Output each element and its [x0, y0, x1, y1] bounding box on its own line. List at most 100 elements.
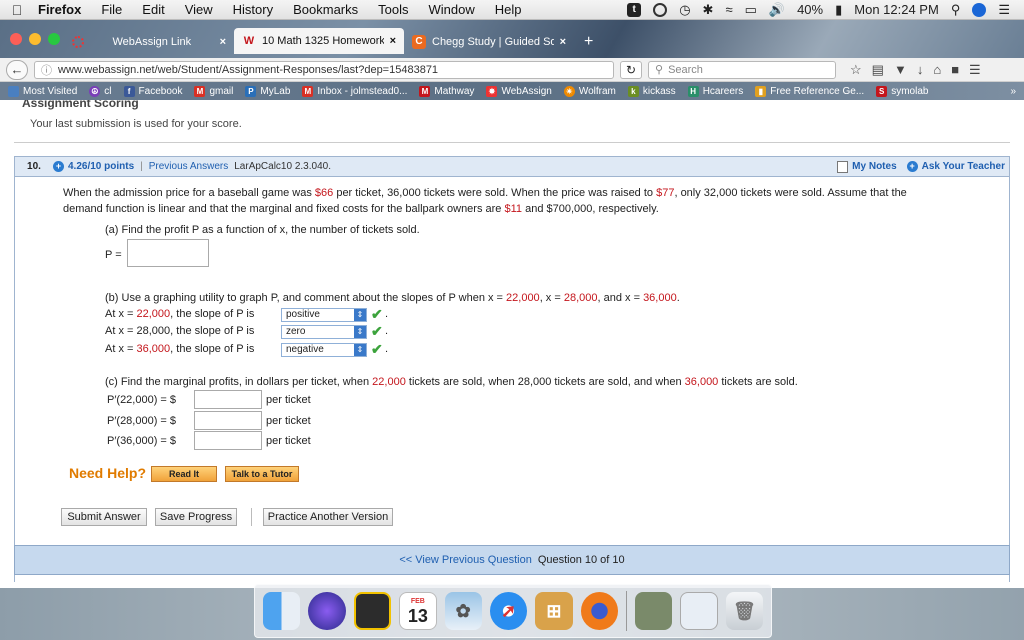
close-tab-icon[interactable]: × [220, 36, 226, 48]
tray-app-icon[interactable]: t [627, 2, 642, 17]
notification-center-icon[interactable]: ☰ [998, 2, 1010, 18]
menu-history[interactable]: History [223, 2, 283, 17]
airplay-icon[interactable]: ▭ [745, 2, 757, 18]
menu-app[interactable]: Firefox [34, 2, 91, 17]
talk-to-tutor-button[interactable]: Talk to a Tutor [225, 466, 299, 482]
close-tab-icon[interactable]: × [560, 36, 566, 48]
unit-label: per ticket [266, 435, 311, 447]
unit-label: per ticket [266, 394, 311, 406]
back-button[interactable]: ← [6, 59, 28, 80]
previous-answers-link[interactable]: Previous Answers [149, 161, 228, 172]
wifi-icon[interactable]: ≈ [725, 2, 732, 17]
finder-icon[interactable] [263, 592, 301, 630]
folder-icon [8, 85, 19, 97]
calendar-icon[interactable]: FEB 13 [399, 592, 437, 630]
menu-edit[interactable]: Edit [132, 2, 174, 17]
downloads-stack-icon[interactable] [680, 592, 718, 630]
bookmark-symolab[interactable]: Ssymolab [876, 85, 928, 97]
assignment-scoring-heading: Assignment Scoring [22, 100, 139, 110]
menu-bookmarks[interactable]: Bookmarks [283, 2, 368, 17]
tab-strip: WebAssign Link × W 10 Math 1325 Homework… [0, 20, 1024, 58]
reader-list-icon[interactable]: ▤ [872, 62, 884, 78]
marginal-profit-28000-input[interactable] [194, 411, 262, 430]
webassign-icon: ✸ [486, 85, 498, 97]
calculator-icon[interactable]: ⊞ [535, 592, 573, 630]
bookmark-most-visited[interactable]: Most Visited [8, 85, 77, 97]
document-thumbnail-icon[interactable] [634, 592, 673, 630]
siri-icon[interactable] [972, 2, 987, 17]
bookmark-kickass[interactable]: k kickass [627, 85, 676, 97]
marginal-profit-22000-input[interactable] [194, 390, 262, 409]
home-icon[interactable]: ⌂ [933, 62, 941, 78]
tab-math-homework[interactable]: W 10 Math 1325 Homework s... × [234, 28, 404, 54]
mission-control-icon[interactable] [353, 592, 392, 630]
safari-icon[interactable]: ➚ [489, 592, 528, 630]
slope-select-22000[interactable]: positive ⇕ [281, 308, 367, 322]
profit-function-input[interactable] [127, 239, 209, 267]
battery-icon[interactable]: ▮ [835, 2, 842, 18]
tray-record-icon[interactable] [653, 2, 668, 17]
tab-chegg[interactable]: C Chegg Study | Guided Solu... × [404, 30, 574, 54]
menu-file[interactable]: File [91, 2, 132, 17]
correct-check-icon: ✔ [371, 341, 383, 357]
battery-percent[interactable]: 40% [797, 2, 823, 17]
reload-button[interactable]: ↻ [620, 60, 642, 79]
apple-icon[interactable]:  [0, 2, 34, 18]
clock[interactable]: Mon 12:24 PM [854, 2, 939, 17]
bookmark-star-icon[interactable]: ☆ [850, 62, 862, 78]
search-bar[interactable]: ⚲ Search [648, 60, 836, 79]
bookmark-mylab[interactable]: P MyLab [245, 85, 290, 97]
bookmark-cl[interactable]: ☮ cl [89, 85, 112, 97]
close-window-button[interactable] [10, 33, 22, 45]
menu-tools[interactable]: Tools [368, 2, 418, 17]
bookmark-wolfram[interactable]: ✴ Wolfram [563, 85, 616, 97]
bookmark-webassign[interactable]: ✸ WebAssign [486, 85, 552, 97]
zoom-window-button[interactable] [48, 33, 60, 45]
bookmark-mathway[interactable]: M Mathway [419, 85, 474, 97]
read-it-button[interactable]: Read It [151, 466, 217, 482]
minimize-window-button[interactable] [29, 33, 41, 45]
bluetooth-icon[interactable]: ✱ [703, 2, 714, 18]
menu-icon[interactable]: ☰ [969, 62, 981, 78]
my-notes-link[interactable]: My Notes [837, 160, 897, 173]
save-progress-button[interactable]: Save Progress [155, 508, 237, 526]
bookmark-gmail[interactable]: Mgmail [194, 85, 233, 97]
pocket-icon[interactable]: ▼ [894, 62, 907, 78]
bookmark-hcareers[interactable]: H Hcareers [687, 85, 743, 97]
menu-window[interactable]: Window [419, 2, 485, 17]
marginal-label: P′(36,000) = $ [107, 435, 177, 447]
menu-view[interactable]: View [175, 2, 223, 17]
submit-answer-button[interactable]: Submit Answer [61, 508, 147, 526]
url-text[interactable]: www.webassign.net/web/Student/Assignment… [58, 64, 438, 76]
view-previous-question-link[interactable]: << View Previous Question [399, 554, 531, 566]
spotlight-icon[interactable]: ⚲ [951, 2, 961, 18]
practice-another-version-button[interactable]: Practice Another Version [263, 508, 393, 526]
time-machine-icon[interactable]: ◷ [679, 2, 690, 18]
slope-select-36000[interactable]: negative ⇕ [281, 343, 367, 357]
downloads-icon[interactable]: ↓ [917, 62, 924, 78]
hcareers-icon: H [687, 85, 699, 97]
trash-icon[interactable]: 🗑 [725, 592, 764, 630]
bookmark-inbox[interactable]: M Inbox - jolmstead0... [302, 85, 407, 97]
extension-icon[interactable]: ■ [951, 62, 959, 78]
close-tab-icon[interactable]: × [390, 35, 396, 47]
question-points[interactable]: + 4.26/10 points [53, 161, 134, 172]
site-info-icon[interactable]: ⓘ [41, 62, 52, 78]
bookmark-facebook[interactable]: f Facebook [123, 85, 182, 97]
marginal-profit-36000-input[interactable] [194, 431, 262, 450]
photo-app-icon[interactable]: ✿ [444, 592, 482, 630]
url-bar[interactable]: ⓘ www.webassign.net/web/Student/Assignme… [34, 60, 614, 79]
bookmarks-overflow-button[interactable]: » [1010, 86, 1016, 97]
macos-menubar:  Firefox File Edit View History Bookmar… [0, 0, 1024, 20]
tab-webassign-link[interactable]: WebAssign Link × [64, 30, 234, 54]
new-tab-button[interactable]: + [574, 30, 603, 54]
slope-select-28000[interactable]: zero ⇕ [281, 325, 367, 339]
part-b-prompt: (b) Use a graphing utility to graph P, a… [105, 292, 680, 304]
volume-icon[interactable]: 🔊 [769, 2, 785, 18]
menu-help[interactable]: Help [485, 2, 532, 17]
question-header: 10. + 4.26/10 points | Previous Answers … [14, 156, 1010, 177]
bookmark-free-reference[interactable]: ▮ Free Reference Ge... [755, 85, 864, 97]
siri-dock-icon[interactable] [308, 592, 346, 630]
ask-teacher-link[interactable]: + Ask Your Teacher [906, 161, 1005, 172]
firefox-icon[interactable] [580, 592, 618, 630]
